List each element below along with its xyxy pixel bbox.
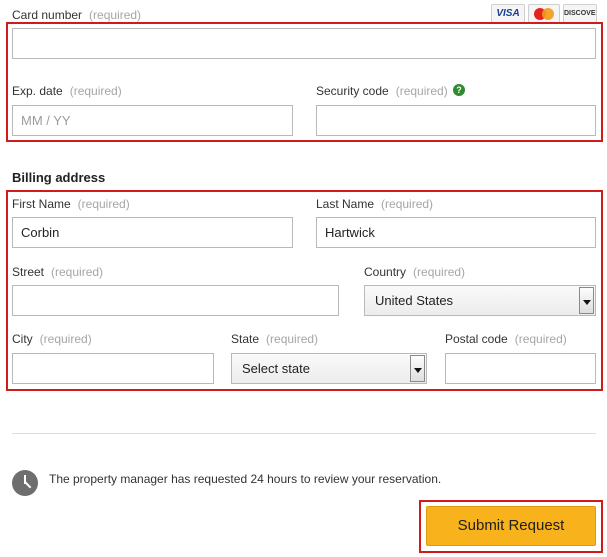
required-tag: (required) — [514, 332, 567, 346]
city-label: City (required) — [12, 331, 92, 347]
first-name-label-text: First Name — [12, 197, 71, 211]
postal-code-input[interactable] — [445, 353, 596, 384]
security-code-label: Security code (required) — [316, 83, 448, 99]
required-tag: (required) — [77, 197, 130, 211]
street-label: Street (required) — [12, 264, 103, 280]
state-select[interactable]: Select state — [231, 353, 427, 384]
card-number-label: Card number (required) — [12, 7, 141, 23]
security-code-input[interactable] — [316, 105, 596, 136]
visa-icon: VISA — [491, 4, 525, 24]
mastercard-icon — [528, 4, 560, 24]
state-label: State (required) — [231, 331, 318, 347]
state-select-value: Select state — [242, 361, 310, 376]
chevron-down-icon[interactable] — [410, 355, 425, 382]
required-tag: (required) — [381, 197, 434, 211]
street-label-text: Street — [12, 265, 45, 279]
first-name-input[interactable]: Corbin — [12, 217, 293, 248]
security-code-label-text: Security code — [316, 84, 389, 98]
last-name-input[interactable]: Hartwick — [316, 217, 596, 248]
exp-date-input[interactable]: MM / YY — [12, 105, 293, 136]
exp-date-label-text: Exp. date — [12, 84, 63, 98]
card-number-input[interactable] — [12, 28, 596, 59]
billing-address-title: Billing address — [12, 170, 106, 185]
exp-date-label: Exp. date (required) — [12, 83, 122, 99]
submit-request-button[interactable]: Submit Request — [426, 506, 596, 546]
required-tag: (required) — [395, 84, 448, 98]
required-tag: (required) — [413, 265, 466, 279]
country-select[interactable]: United States — [364, 285, 596, 316]
state-label-text: State — [231, 332, 260, 346]
required-tag: (required) — [266, 332, 319, 346]
question-icon[interactable]: ? — [453, 84, 465, 96]
review-notice-text: The property manager has requested 24 ho… — [49, 472, 442, 486]
required-tag: (required) — [69, 84, 122, 98]
city-input[interactable] — [12, 353, 214, 384]
chevron-down-icon[interactable] — [579, 287, 594, 314]
postal-code-label: Postal code (required) — [445, 331, 567, 347]
section-divider — [12, 433, 596, 434]
country-label: Country (required) — [364, 264, 465, 280]
card-number-label-text: Card number — [12, 8, 83, 22]
street-input[interactable] — [12, 285, 339, 316]
country-select-value: United States — [375, 293, 454, 308]
required-tag: (required) — [39, 332, 92, 346]
clock-icon — [12, 470, 38, 496]
last-name-label-text: Last Name — [316, 197, 375, 211]
city-label-text: City — [12, 332, 33, 346]
last-name-label: Last Name (required) — [316, 196, 433, 212]
postal-code-label-text: Postal code — [445, 332, 508, 346]
required-tag: (required) — [51, 265, 104, 279]
required-tag: (required) — [89, 8, 142, 22]
first-name-label: First Name (required) — [12, 196, 130, 212]
country-label-text: Country — [364, 265, 407, 279]
discover-icon: DISCOVER — [563, 4, 597, 24]
